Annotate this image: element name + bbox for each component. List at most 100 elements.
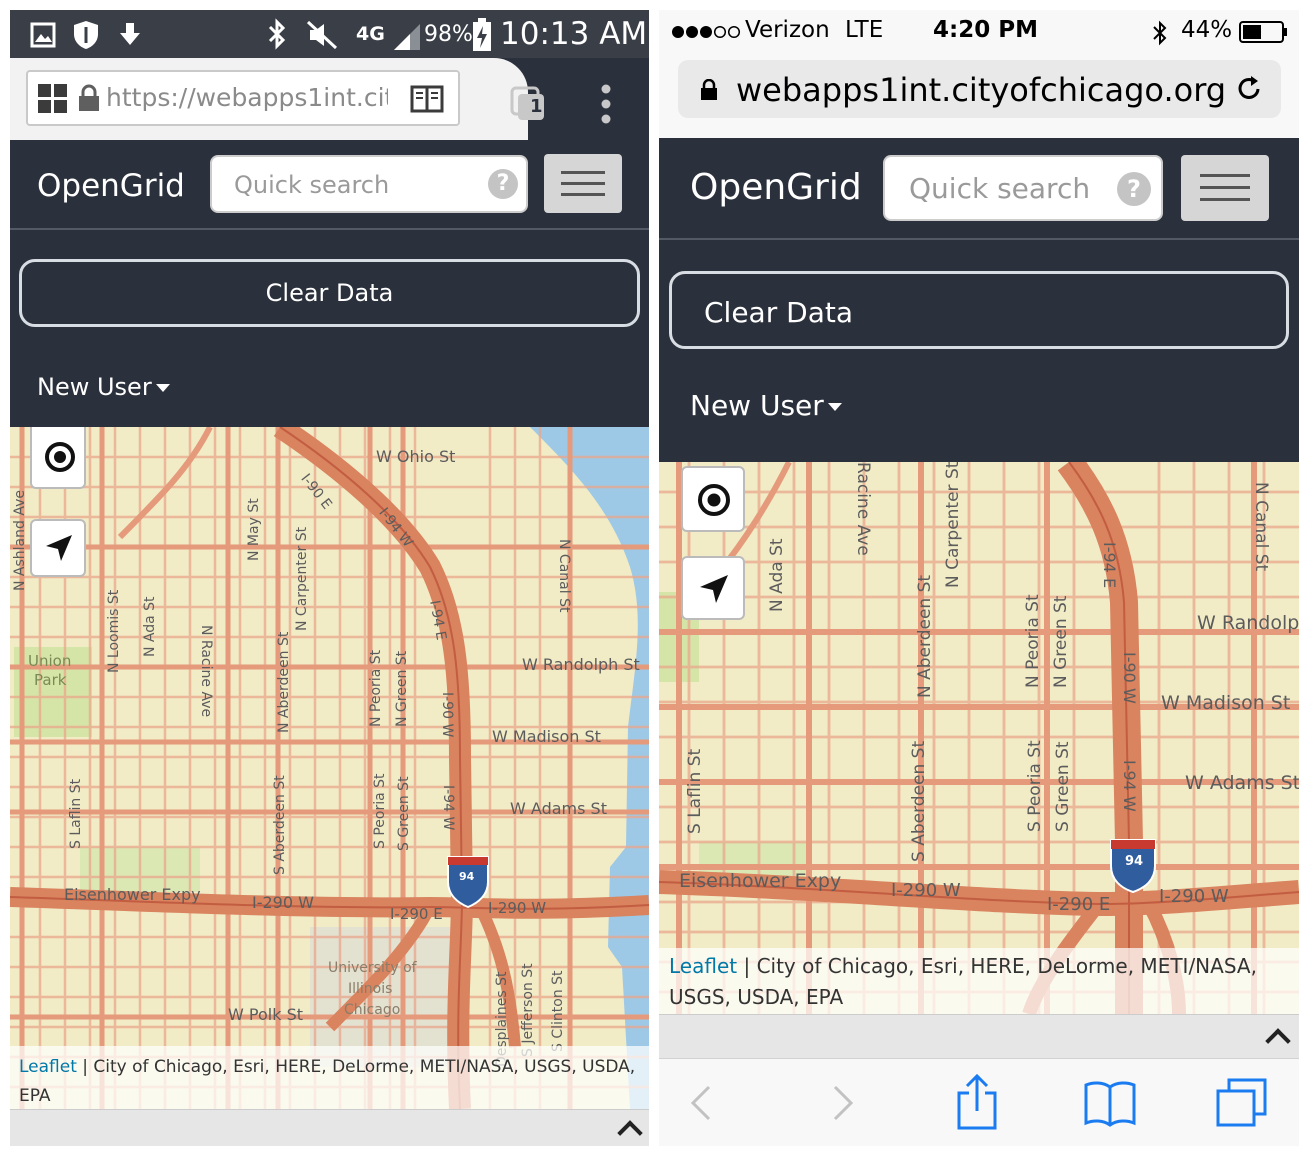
highway-label: I-90 W xyxy=(439,692,455,738)
navigate-button[interactable] xyxy=(681,556,745,620)
ios-status-bar: Verizon LTE 4:20 PM 44% xyxy=(659,10,1299,54)
opengrid-navbar: OpenGrid Quick search ? Clear Data New U… xyxy=(659,138,1299,462)
map-view[interactable]: W Ohio St W Randolph St W Madison St W A… xyxy=(10,427,649,1109)
overflow-menu-icon[interactable] xyxy=(600,84,612,124)
bluetooth-icon xyxy=(1153,20,1167,46)
street-label: W Adams St xyxy=(1185,772,1299,794)
chevron-up-icon[interactable] xyxy=(1265,1028,1291,1054)
address-bar-url[interactable]: webapps1int.cityofchicago.org xyxy=(736,71,1226,109)
user-menu-label: New User xyxy=(37,373,152,401)
navigate-button[interactable] xyxy=(30,519,86,577)
park-label: Park xyxy=(34,671,67,689)
apps-grid-icon[interactable] xyxy=(38,84,68,114)
locate-icon xyxy=(698,484,730,516)
help-icon[interactable]: ? xyxy=(488,169,518,199)
street-label: N Aberdeen St xyxy=(915,574,935,698)
android-phone-screenshot: 4G 98% 10:13 AM https://webapps1int.city… xyxy=(10,10,649,1146)
address-bar[interactable]: https://webapps1int.cityofchicago.org xyxy=(26,70,460,126)
street-label: N Loomis St xyxy=(106,589,122,673)
quick-search-input[interactable]: Quick search ? xyxy=(883,155,1163,221)
minor-streets xyxy=(659,462,1299,1014)
quick-search-placeholder: Quick search xyxy=(234,171,390,199)
street-label: S Aberdeen St xyxy=(272,775,288,875)
attribution-text: | City of Chicago, Esri, HERE, DeLorme, … xyxy=(19,1057,636,1106)
highway-label: I-94 E xyxy=(1100,542,1119,589)
clear-data-button[interactable]: Clear Data xyxy=(19,259,640,327)
campus-label: Illinois xyxy=(348,981,393,997)
street-label: W Ohio St xyxy=(376,447,456,466)
street-label: Eisenhower Expy xyxy=(679,870,842,892)
tabs-icon[interactable] xyxy=(1215,1077,1269,1129)
navigate-icon xyxy=(46,535,72,561)
campus-label: University of xyxy=(328,960,417,976)
quick-search-placeholder: Quick search xyxy=(909,172,1091,205)
chrome-toolbar: https://webapps1int.cityofchicago.org 1 xyxy=(10,58,649,140)
leaflet-link[interactable]: Leaflet xyxy=(669,954,737,978)
street-label: W Madison St xyxy=(492,727,601,746)
reader-mode-icon[interactable] xyxy=(410,84,444,114)
chicago-river xyxy=(530,427,649,1109)
locate-button[interactable] xyxy=(681,466,745,532)
back-icon[interactable] xyxy=(689,1083,713,1123)
highway-label: 94 xyxy=(459,870,475,883)
street-label: S Laflin St xyxy=(68,778,84,849)
street-label: S Green St xyxy=(396,776,412,851)
navbar-divider xyxy=(659,238,1299,240)
address-bar[interactable]: webapps1int.cityofchicago.org xyxy=(678,60,1281,118)
reload-icon[interactable] xyxy=(1234,74,1264,104)
highway-label: 94 xyxy=(1125,854,1144,869)
chevron-up-icon[interactable] xyxy=(617,1120,643,1146)
android-status-bar: 4G 98% 10:13 AM xyxy=(10,10,649,58)
lock-icon xyxy=(79,84,99,111)
mute-icon xyxy=(306,20,338,50)
user-menu-dropdown[interactable]: New User xyxy=(690,389,842,422)
attribution-text: | City of Chicago, Esri, HERE, DeLorme, … xyxy=(669,954,1257,1009)
map-view[interactable]: W Randolph St W Madison St W Adams St Ei… xyxy=(659,462,1299,1014)
clear-data-label: Clear Data xyxy=(704,296,853,329)
highway-label: I-94 W xyxy=(1120,760,1139,812)
brand-logo-text[interactable]: OpenGrid xyxy=(690,167,862,208)
quick-search-input[interactable]: Quick search ? xyxy=(210,155,528,213)
street-label: N Racine Ave xyxy=(198,625,214,718)
signal-icon xyxy=(394,24,420,50)
street-label: W Adams St xyxy=(510,799,607,818)
user-menu-dropdown[interactable]: New User xyxy=(37,373,170,401)
highway-label: I-290 W xyxy=(1159,886,1229,907)
expand-panel-bar[interactable] xyxy=(10,1109,649,1146)
street-label: S Green St xyxy=(1053,741,1073,832)
lock-icon xyxy=(701,79,717,100)
download-icon xyxy=(120,23,140,45)
street-label: N Canal St xyxy=(556,539,572,613)
network-type-label: LTE xyxy=(845,17,884,43)
help-icon[interactable]: ? xyxy=(1117,172,1151,206)
battery-charging-icon xyxy=(473,18,491,51)
street-label: N Green St xyxy=(394,650,410,727)
highway-label: I-290 E xyxy=(390,905,443,923)
park-label: Union xyxy=(28,652,72,670)
street-label: S Laflin St xyxy=(685,748,705,834)
chevron-down-icon xyxy=(827,403,842,411)
brand-logo-text[interactable]: OpenGrid xyxy=(37,168,185,204)
leaflet-link[interactable]: Leaflet xyxy=(19,1057,77,1077)
street-label: N Aberdeen St xyxy=(276,631,292,733)
highway-label: I-290 W xyxy=(252,893,314,912)
clear-data-button[interactable]: Clear Data xyxy=(669,271,1289,349)
highway-label: I-290 W xyxy=(891,880,961,901)
street-label: S Peoria St xyxy=(1025,740,1045,832)
hamburger-menu-button[interactable] xyxy=(544,154,622,213)
safari-bottom-toolbar xyxy=(659,1058,1299,1146)
map-attribution: Leaflet | City of Chicago, Esri, HERE, D… xyxy=(659,948,1299,1014)
locate-button[interactable] xyxy=(30,427,86,489)
hamburger-menu-button[interactable] xyxy=(1181,155,1269,221)
street-label: W Polk St xyxy=(228,1005,303,1024)
share-icon[interactable] xyxy=(956,1073,998,1131)
street-label: N Peoria St xyxy=(1023,594,1043,688)
street-map[interactable] xyxy=(659,462,1299,1014)
street-label: N Green St xyxy=(1051,595,1071,688)
street-label: S Peoria St xyxy=(372,773,388,849)
bookmarks-icon[interactable] xyxy=(1083,1079,1137,1127)
expand-panel-bar[interactable] xyxy=(659,1014,1299,1058)
forward-icon[interactable] xyxy=(831,1083,855,1123)
street-label: N Carpenter St xyxy=(943,462,963,588)
street-label: N Carpenter St xyxy=(294,526,310,631)
